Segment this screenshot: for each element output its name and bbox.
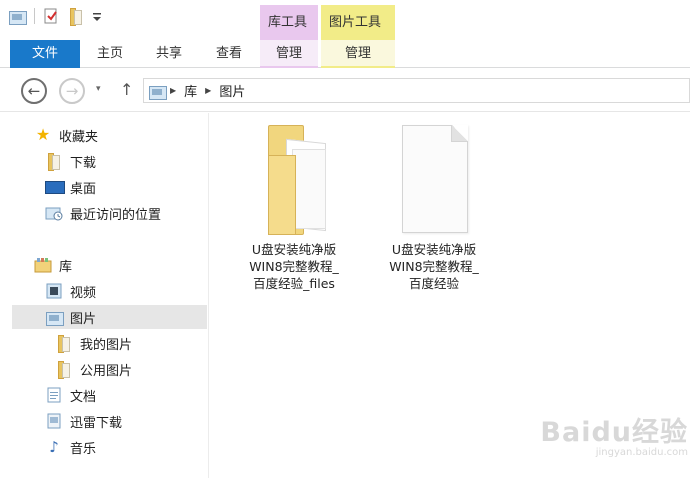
sidebar-item-pictures[interactable]: 图片 — [12, 305, 207, 329]
arrow-left-icon: ← — [27, 81, 41, 100]
sidebar-item-label: 我的图片 — [80, 337, 133, 353]
up-button[interactable]: ↑ — [120, 80, 133, 99]
navigation-pane: ★ 收藏夹 下载 桌面 最近访问的位置 库 视频 图片 我的图片 公用图片 文档… — [0, 113, 208, 478]
folder-icon — [55, 361, 73, 379]
sidebar-item-downloads[interactable]: 下载 — [45, 149, 96, 173]
sidebar-item-label: 收藏夹 — [59, 129, 99, 145]
sidebar-item-label: 音乐 — [70, 441, 97, 457]
recent-locations-dropdown[interactable]: ▾ — [96, 84, 101, 94]
explorer-icon[interactable] — [8, 8, 27, 25]
breadcrumb-library[interactable]: 库 — [184, 81, 197, 100]
sidebar-item-my-pictures[interactable]: 我的图片 — [55, 331, 132, 355]
file-name: U盘安装纯净版 WIN8完整教程_ 百度经验_files — [249, 242, 339, 291]
toolbar-separator — [34, 8, 35, 24]
library-icon — [148, 83, 167, 100]
breadcrumb-pictures[interactable]: 图片 — [219, 81, 245, 100]
navigation-bar: ← → ▾ ↑ ▶ 库 ▶ 图片 — [0, 68, 690, 112]
monitor-icon — [45, 179, 65, 195]
sidebar-item-thunder-downloads[interactable]: 迅雷下载 — [45, 409, 122, 433]
back-button[interactable]: ← — [21, 78, 47, 104]
picture-tools-header: 图片工具 — [321, 5, 395, 40]
document-icon — [384, 125, 484, 235]
sidebar-item-music[interactable]: ♪ 音乐 — [45, 435, 96, 459]
sidebar-item-label: 最近访问的位置 — [70, 207, 162, 223]
folder-icon — [45, 153, 63, 171]
tab-manage-picture[interactable]: 管理 — [321, 40, 395, 68]
new-folder-icon[interactable] — [67, 8, 85, 26]
customize-toolbar-icon[interactable] — [91, 8, 109, 24]
sidebar-item-recent-places[interactable]: 最近访问的位置 — [45, 201, 161, 225]
properties-icon[interactable] — [43, 8, 61, 24]
breadcrumb-chevron-icon[interactable]: ▶ — [205, 86, 211, 95]
sidebar-item-desktop[interactable]: 桌面 — [45, 175, 96, 199]
video-library-icon — [45, 283, 63, 299]
folder-icon — [244, 125, 344, 235]
breadcrumb-chevron-icon[interactable]: ▶ — [170, 86, 176, 95]
sidebar-item-label: 文档 — [70, 389, 97, 405]
music-icon: ♪ — [49, 438, 59, 456]
libraries-icon — [34, 257, 52, 273]
title-bar: 库工具 图片工具 — [0, 0, 690, 40]
picture-library-icon — [45, 309, 64, 326]
file-item-folder[interactable]: U盘安装纯净版 WIN8完整教程_ 百度经验_files — [229, 125, 359, 292]
tab-manage-library[interactable]: 管理 — [260, 40, 318, 68]
baidu-watermark: Baidu经验 jingyan.baidu.com — [528, 410, 688, 458]
tab-view[interactable]: 查看 — [202, 40, 256, 68]
tab-file[interactable]: 文件 — [10, 40, 80, 68]
sidebar-item-label: 公用图片 — [80, 363, 133, 379]
sidebar-item-favorites[interactable]: ★ 收藏夹 — [34, 123, 98, 147]
quick-access-toolbar — [8, 8, 109, 26]
sidebar-item-label: 迅雷下载 — [70, 415, 123, 431]
recent-places-icon — [45, 205, 63, 221]
sidebar-item-documents[interactable]: 文档 — [45, 383, 96, 407]
ribbon-tabs: 文件 主页 共享 查看 管理 管理 — [0, 40, 690, 68]
folder-icon — [55, 335, 73, 353]
download-library-icon — [45, 413, 63, 429]
sidebar-item-label: 图片 — [70, 311, 97, 327]
sidebar-item-label: 桌面 — [70, 181, 97, 197]
forward-button[interactable]: → — [59, 78, 85, 104]
library-tools-header: 库工具 — [260, 5, 318, 40]
sidebar-item-label: 库 — [59, 259, 73, 275]
sidebar-item-public-pictures[interactable]: 公用图片 — [55, 357, 132, 381]
sidebar-item-label: 视频 — [70, 285, 97, 301]
document-library-icon — [45, 387, 63, 403]
address-bar[interactable]: ▶ 库 ▶ 图片 — [143, 78, 690, 103]
tab-home[interactable]: 主页 — [84, 40, 136, 68]
sidebar-item-videos[interactable]: 视频 — [45, 279, 96, 303]
sidebar-item-libraries[interactable]: 库 — [34, 253, 72, 277]
sidebar-item-label: 下载 — [70, 155, 97, 171]
arrow-right-icon: → — [65, 81, 79, 100]
star-icon: ★ — [35, 125, 51, 144]
file-name: U盘安装纯净版 WIN8完整教程_ 百度经验 — [389, 242, 479, 291]
file-item-document[interactable]: U盘安装纯净版 WIN8完整教程_ 百度经验 — [369, 125, 499, 292]
tab-share[interactable]: 共享 — [142, 40, 196, 68]
watermark-brand: Baidu经验 — [540, 417, 688, 448]
